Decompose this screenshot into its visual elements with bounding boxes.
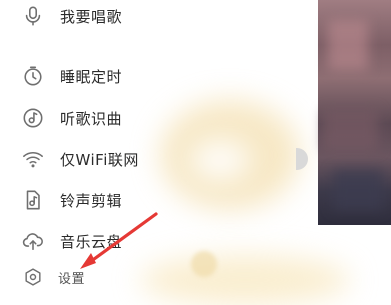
- cloud-icon: [22, 230, 44, 252]
- microphone-icon: [22, 5, 44, 27]
- menu-item-settings[interactable]: 设置: [22, 264, 85, 290]
- timer-icon: [22, 65, 44, 87]
- menu-item-label: 我要唱歌: [60, 7, 123, 26]
- menu-item-label: 仅WiFi联网: [60, 150, 139, 169]
- menu-item-label: 音乐云盘: [60, 232, 123, 251]
- menu-item-cloud-drive[interactable]: 音乐云盘: [22, 228, 122, 254]
- menu-item-sing[interactable]: 我要唱歌: [22, 3, 122, 29]
- menu-item-label: 听歌识曲: [60, 109, 123, 128]
- background-panel: [318, 225, 391, 301]
- menu-item-label: 铃声剪辑: [60, 191, 123, 210]
- background-album-art: [318, 0, 391, 225]
- wifi-icon: [22, 148, 44, 170]
- menu-item-sleep-timer[interactable]: 睡眠定时: [22, 63, 122, 89]
- background-bubble: [191, 251, 217, 277]
- background-blur: [190, 140, 250, 180]
- background-blur: [160, 100, 300, 210]
- side-menu: 我要唱歌 睡眠定时 听歌识曲 仅WiFi联网 铃声剪辑 音乐云盘 设置: [0, 0, 318, 301]
- ringtone-icon: [22, 189, 44, 211]
- settings-icon: [22, 266, 44, 288]
- menu-item-song-recognition[interactable]: 听歌识曲: [22, 105, 122, 131]
- menu-item-label: 睡眠定时: [60, 67, 123, 86]
- menu-item-wifi-only[interactable]: 仅WiFi联网: [22, 146, 139, 172]
- menu-item-label: 设置: [58, 271, 86, 287]
- drawer-handle[interactable]: [296, 148, 308, 170]
- music-note-icon: [22, 107, 44, 129]
- menu-item-ringtone-editor[interactable]: 铃声剪辑: [22, 187, 122, 213]
